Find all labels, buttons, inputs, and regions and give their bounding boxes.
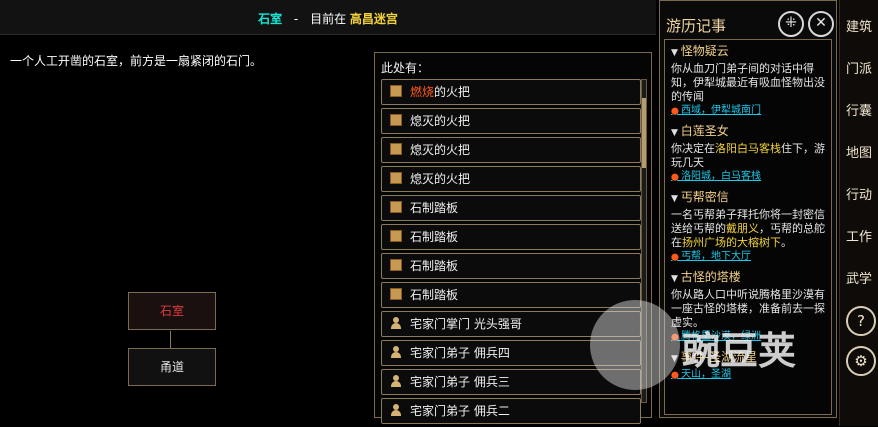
close-icon[interactable]: ✕	[808, 11, 834, 37]
person-icon	[390, 404, 402, 416]
map-node-corridor[interactable]: 甬道	[128, 348, 216, 386]
quest-text: 你决定在洛阳白马客栈住下，游玩几天	[671, 142, 825, 170]
help-icon[interactable]: ?	[846, 306, 876, 336]
quest-text-part: 。	[781, 236, 792, 249]
person-icon	[390, 317, 402, 329]
list-scrollbar[interactable]	[641, 79, 647, 403]
list-item-torch[interactable]: 熄灭的火把	[381, 108, 641, 134]
quest-entry[interactable]: 古怪的塔楼 你从路人口中听说腾格里沙漠有一座古怪的塔楼，准备前去一探虚实。 腾格…	[671, 270, 825, 344]
quest-location-link[interactable]: 丐帮，地下大厅	[671, 250, 825, 264]
item-label: 石制踏板	[410, 230, 459, 244]
box-icon	[390, 288, 402, 300]
list-item-npc[interactable]: 宅家门掌门 光头强哥	[381, 311, 641, 337]
item-label: 熄灭的火把	[410, 114, 471, 128]
title-separator: -	[293, 12, 299, 26]
item-label: 宅家门弟子 佣兵二	[410, 404, 510, 418]
quest-title: 古怪的塔楼	[671, 270, 825, 286]
quest-title: 事件-圣湖流星	[671, 350, 825, 366]
list-item-torch[interactable]: 熄灭的火把	[381, 137, 641, 163]
person-icon	[390, 346, 402, 358]
box-icon	[390, 172, 402, 184]
list-item-pedal[interactable]: 石制踏板	[381, 224, 641, 250]
menu-map-button[interactable]: 地图	[844, 138, 874, 170]
item-label: 宅家门掌门 光头强哥	[410, 317, 522, 331]
menu-bag-button[interactable]: 行囊	[844, 96, 874, 128]
list-item-pedal[interactable]: 石制踏板	[381, 195, 641, 221]
list-item-pedal[interactable]: 石制踏板	[381, 253, 641, 279]
title-prefix: 目前在	[310, 12, 347, 26]
map-node-current-room[interactable]: 石室	[128, 292, 216, 330]
quest-title: 怪物疑云	[671, 44, 825, 60]
quest-entry[interactable]: 事件-圣湖流星 天山，圣湖	[671, 350, 825, 382]
item-label: 熄灭的火把	[410, 172, 471, 186]
list-item-burning-torch[interactable]: 燃烧的火把	[381, 79, 641, 105]
settings-gear-icon[interactable]: ⚙	[846, 346, 876, 376]
menu-sect-button[interactable]: 门派	[844, 54, 874, 86]
list-item-pedal[interactable]: 石制踏板	[381, 282, 641, 308]
quest-text: 你从血刀门弟子间的对话中得知，伊犁城最近有吸血怪物出没的传闻	[671, 62, 825, 103]
scrollbar-thumb[interactable]	[642, 98, 646, 168]
journal-panel: 游历记事 ⁜ ✕ 怪物疑云 你从血刀门弟子间的对话中得知，伊犁城最近有吸血怪物出…	[659, 0, 837, 418]
quest-location-link[interactable]: 西域，伊犁城南门	[671, 104, 825, 118]
item-label: 石制踏板	[410, 201, 459, 215]
expand-icon[interactable]: ⁜	[778, 11, 804, 37]
current-area: 高昌迷宫	[349, 12, 398, 26]
map-connector	[170, 331, 171, 348]
box-icon	[390, 201, 402, 213]
quest-text: 你从路人口中听说腾格里沙漠有一座古怪的塔楼，准备前去一探虚实。	[671, 288, 825, 329]
journal-title: 游历记事	[666, 17, 727, 35]
location-title: 石室 - 目前在 高昌迷宫	[0, 10, 656, 27]
item-label: 熄灭的火把	[410, 143, 471, 157]
quest-location-link[interactable]: 洛阳城，白马客栈	[671, 170, 825, 184]
quest-title: 白莲圣女	[671, 124, 825, 140]
item-label: 石制踏板	[410, 259, 459, 273]
item-label: 的火把	[434, 85, 471, 99]
quest-location-link[interactable]: 天山，圣湖	[671, 368, 825, 382]
quest-highlight: 扬州广场的大榕树下	[682, 236, 781, 249]
list-item-torch[interactable]: 熄灭的火把	[381, 166, 641, 192]
quest-text-part: 你决定在	[671, 142, 715, 155]
box-icon	[390, 143, 402, 155]
box-icon	[390, 85, 402, 97]
item-label: 宅家门弟子 佣兵三	[410, 375, 510, 389]
box-icon	[390, 259, 402, 271]
game-screen: 石室 - 目前在 高昌迷宫 一个人工开凿的石室，前方是一扇紧闭的石门。 石室 甬…	[0, 0, 878, 426]
quest-text: 一名丐帮弟子拜托你将一封密信送给丐帮的戴朋义，丐帮的总舵在扬州广场的大榕树下。	[671, 208, 825, 250]
box-icon	[390, 230, 402, 242]
item-label: 宅家门弟子 佣兵四	[410, 346, 510, 360]
menu-action-button[interactable]: 行动	[844, 180, 874, 212]
here-panel: 此处有： 燃烧的火把 熄灭的火把 熄灭的火把 熄灭的火把 石制踏板 石制踏板 石…	[374, 52, 652, 424]
quest-title: 丐帮密信	[671, 190, 825, 206]
room-description: 一个人工开凿的石室，前方是一扇紧闭的石门。	[10, 54, 263, 68]
quest-location-link[interactable]: 腾格里沙漠，绿洲	[671, 330, 825, 344]
list-item-npc[interactable]: 宅家门弟子 佣兵三	[381, 369, 641, 395]
quest-highlight: 洛阳白马客栈	[715, 142, 781, 155]
person-icon	[390, 375, 402, 387]
list-item-npc[interactable]: 宅家门弟子 佣兵四	[381, 340, 641, 366]
menu-buildings-button[interactable]: 建筑	[844, 12, 874, 44]
quest-entry[interactable]: 怪物疑云 你从血刀门弟子间的对话中得知，伊犁城最近有吸血怪物出没的传闻 西域，伊…	[671, 44, 825, 118]
quest-entry[interactable]: 白莲圣女 你决定在洛阳白马客栈住下，游玩几天 洛阳城，白马客栈	[671, 124, 825, 184]
location-bar: 石室 - 目前在 高昌迷宫	[0, 0, 656, 35]
quest-entry[interactable]: 丐帮密信 一名丐帮弟子拜托你将一封密信送给丐帮的戴朋义，丐帮的总舵在扬州广场的大…	[671, 190, 825, 264]
menu-work-button[interactable]: 工作	[844, 222, 874, 254]
here-panel-header: 此处有：	[381, 61, 430, 75]
here-item-list: 燃烧的火把 熄灭的火把 熄灭的火把 熄灭的火把 石制踏板 石制踏板 石制踏板 石…	[381, 79, 641, 427]
journal-body[interactable]: 怪物疑云 你从血刀门弟子间的对话中得知，伊犁城最近有吸血怪物出没的传闻 西域，伊…	[664, 39, 832, 415]
current-location: 石室	[258, 12, 283, 26]
box-icon	[390, 114, 402, 126]
menu-martial-button[interactable]: 武学	[844, 264, 874, 296]
item-label: 石制踏板	[410, 288, 459, 302]
item-prefix: 燃烧	[410, 85, 435, 99]
list-item-npc[interactable]: 宅家门弟子 佣兵二	[381, 398, 641, 424]
quest-highlight: 戴朋义	[726, 222, 759, 235]
main-menu-sidebar: 建筑 门派 行囊 地图 行动 工作 武学 ? ⚙	[839, 0, 878, 426]
